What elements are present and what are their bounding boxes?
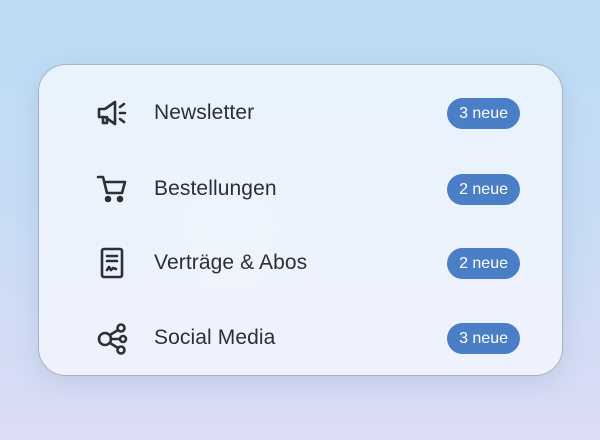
menu-item-label: Verträge & Abos (154, 251, 308, 274)
cart-icon (95, 172, 129, 206)
contract-icon (95, 246, 129, 280)
megaphone-icon (95, 96, 129, 130)
new-count-badge: 2 neue (447, 247, 520, 279)
menu-item-bestellungen[interactable]: Bestellungen 2 neue (39, 164, 562, 214)
menu-item-label: Newsletter (154, 101, 255, 124)
new-count-badge: 3 neue (447, 97, 520, 129)
new-count-badge: 3 neue (447, 322, 520, 354)
share-icon (95, 321, 129, 355)
new-count-badge: 2 neue (447, 173, 520, 205)
menu-item-newsletter[interactable]: Newsletter 3 neue (39, 88, 562, 138)
menu-item-label: Social Media (154, 326, 276, 349)
category-card: Newsletter 3 neue Bestellungen 2 neue Ve… (38, 64, 563, 376)
menu-item-social-media[interactable]: Social Media 3 neue (39, 313, 562, 363)
menu-item-vertraege-abos[interactable]: Verträge & Abos 2 neue (39, 238, 562, 288)
menu-item-label: Bestellungen (154, 177, 277, 200)
